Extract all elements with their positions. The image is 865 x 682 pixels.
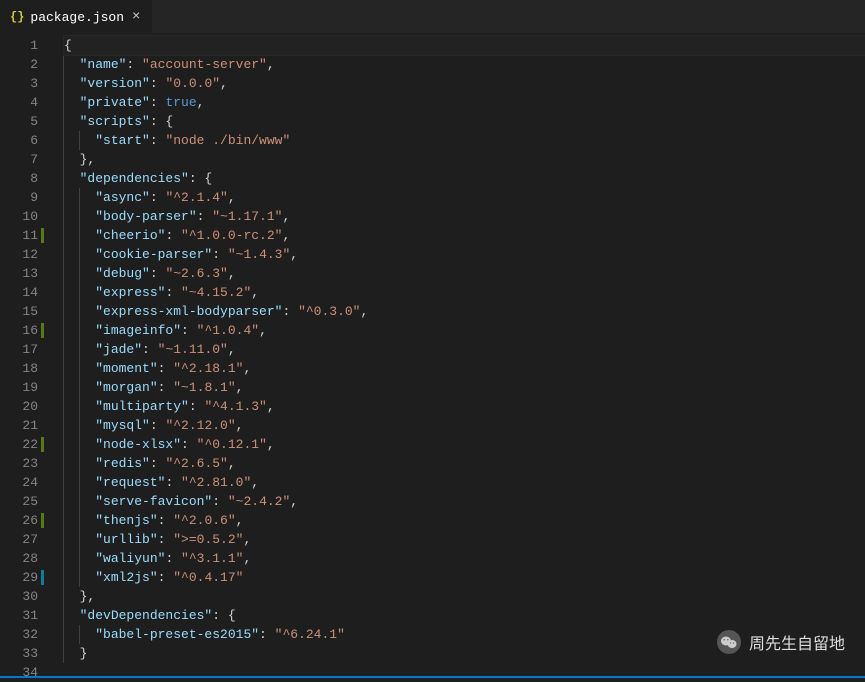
code-line[interactable]: { <box>64 36 865 55</box>
code-line[interactable]: "serve-favicon": "~2.4.2", <box>64 492 865 511</box>
code-line[interactable]: "thenjs": "^2.0.6", <box>64 511 865 530</box>
line-number: 33 <box>0 644 38 663</box>
tab-bar: {} package.json × <box>0 0 865 34</box>
code-line[interactable]: "moment": "^2.18.1", <box>64 359 865 378</box>
line-number: 8 <box>0 169 38 188</box>
code-line[interactable]: "redis": "^2.6.5", <box>64 454 865 473</box>
line-number: 16 <box>0 321 38 340</box>
line-number: 31 <box>0 606 38 625</box>
code-line[interactable]: "morgan": "~1.8.1", <box>64 378 865 397</box>
line-number: 3 <box>0 74 38 93</box>
line-number: 29 <box>0 568 38 587</box>
code-line[interactable]: "async": "^2.1.4", <box>64 188 865 207</box>
line-number: 25 <box>0 492 38 511</box>
tab-package-json[interactable]: {} package.json × <box>0 0 152 34</box>
code-content[interactable]: { "name": "account-server", "version": "… <box>50 34 865 678</box>
code-line[interactable]: "debug": "~2.6.3", <box>64 264 865 283</box>
wechat-icon <box>717 630 741 654</box>
line-number: 21 <box>0 416 38 435</box>
code-line[interactable]: "urllib": ">=0.5.2", <box>64 530 865 549</box>
code-line[interactable]: "scripts": { <box>64 112 865 131</box>
line-number-gutter: 1234567891011121314151617181920212223242… <box>0 34 50 678</box>
code-line[interactable]: "node-xlsx": "^0.12.1", <box>64 435 865 454</box>
line-number: 2 <box>0 55 38 74</box>
code-line[interactable]: "jade": "~1.11.0", <box>64 340 865 359</box>
code-line[interactable]: "multiparty": "^4.1.3", <box>64 397 865 416</box>
close-icon[interactable]: × <box>130 9 142 25</box>
line-number: 10 <box>0 207 38 226</box>
line-number: 18 <box>0 359 38 378</box>
line-number: 20 <box>0 397 38 416</box>
line-number: 17 <box>0 340 38 359</box>
line-number: 14 <box>0 283 38 302</box>
watermark: 周先生自留地 <box>717 630 845 654</box>
code-line[interactable]: "name": "account-server", <box>64 55 865 74</box>
code-line[interactable]: "devDependencies": { <box>64 606 865 625</box>
line-number: 27 <box>0 530 38 549</box>
code-line[interactable]: "cookie-parser": "~1.4.3", <box>64 245 865 264</box>
tab-label: package.json <box>30 10 124 25</box>
code-line[interactable]: "cheerio": "^1.0.0-rc.2", <box>64 226 865 245</box>
code-line[interactable]: "waliyun": "^3.1.1", <box>64 549 865 568</box>
line-number: 32 <box>0 625 38 644</box>
line-number: 28 <box>0 549 38 568</box>
line-number: 13 <box>0 264 38 283</box>
code-line[interactable]: "private": true, <box>64 93 865 112</box>
line-number: 4 <box>0 93 38 112</box>
line-number: 7 <box>0 150 38 169</box>
watermark-text: 周先生自留地 <box>749 630 845 654</box>
line-number: 6 <box>0 131 38 150</box>
code-line[interactable]: "express-xml-bodyparser": "^0.3.0", <box>64 302 865 321</box>
line-number: 23 <box>0 454 38 473</box>
code-line[interactable]: "start": "node ./bin/www" <box>64 131 865 150</box>
code-line[interactable]: "request": "^2.81.0", <box>64 473 865 492</box>
code-line[interactable]: "body-parser": "~1.17.1", <box>64 207 865 226</box>
line-number: 30 <box>0 587 38 606</box>
line-number: 26 <box>0 511 38 530</box>
code-line[interactable]: }, <box>64 150 865 169</box>
line-number: 22 <box>0 435 38 454</box>
line-number: 19 <box>0 378 38 397</box>
code-line[interactable]: "xml2js": "^0.4.17" <box>64 568 865 587</box>
line-number: 9 <box>0 188 38 207</box>
json-file-icon: {} <box>10 10 24 24</box>
line-number: 15 <box>0 302 38 321</box>
code-line[interactable]: "version": "0.0.0", <box>64 74 865 93</box>
code-line[interactable]: }, <box>64 587 865 606</box>
line-number: 1 <box>0 36 38 55</box>
line-number: 5 <box>0 112 38 131</box>
code-line[interactable]: "dependencies": { <box>64 169 865 188</box>
code-line[interactable]: "express": "~4.15.2", <box>64 283 865 302</box>
code-line[interactable] <box>64 663 865 682</box>
line-number: 34 <box>0 663 38 682</box>
code-line[interactable]: "imageinfo": "^1.0.4", <box>64 321 865 340</box>
code-line[interactable]: "mysql": "^2.12.0", <box>64 416 865 435</box>
line-number: 11 <box>0 226 38 245</box>
line-number: 12 <box>0 245 38 264</box>
line-number: 24 <box>0 473 38 492</box>
editor-area[interactable]: 1234567891011121314151617181920212223242… <box>0 34 865 678</box>
